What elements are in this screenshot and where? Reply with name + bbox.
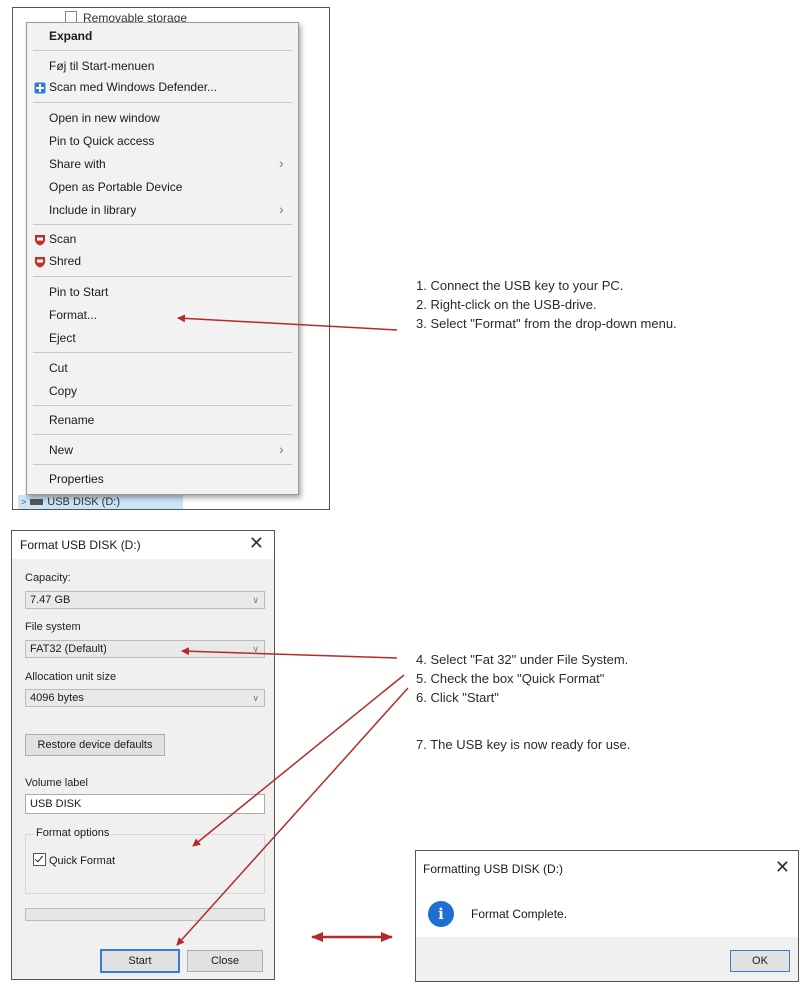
annotation-arrows — [176, 314, 409, 946]
arrow-to-quick-format — [192, 674, 405, 847]
arrow-to-format-menu-item — [177, 314, 398, 331]
arrow-to-start-button — [176, 687, 409, 946]
arrow-to-file-system — [181, 647, 398, 659]
